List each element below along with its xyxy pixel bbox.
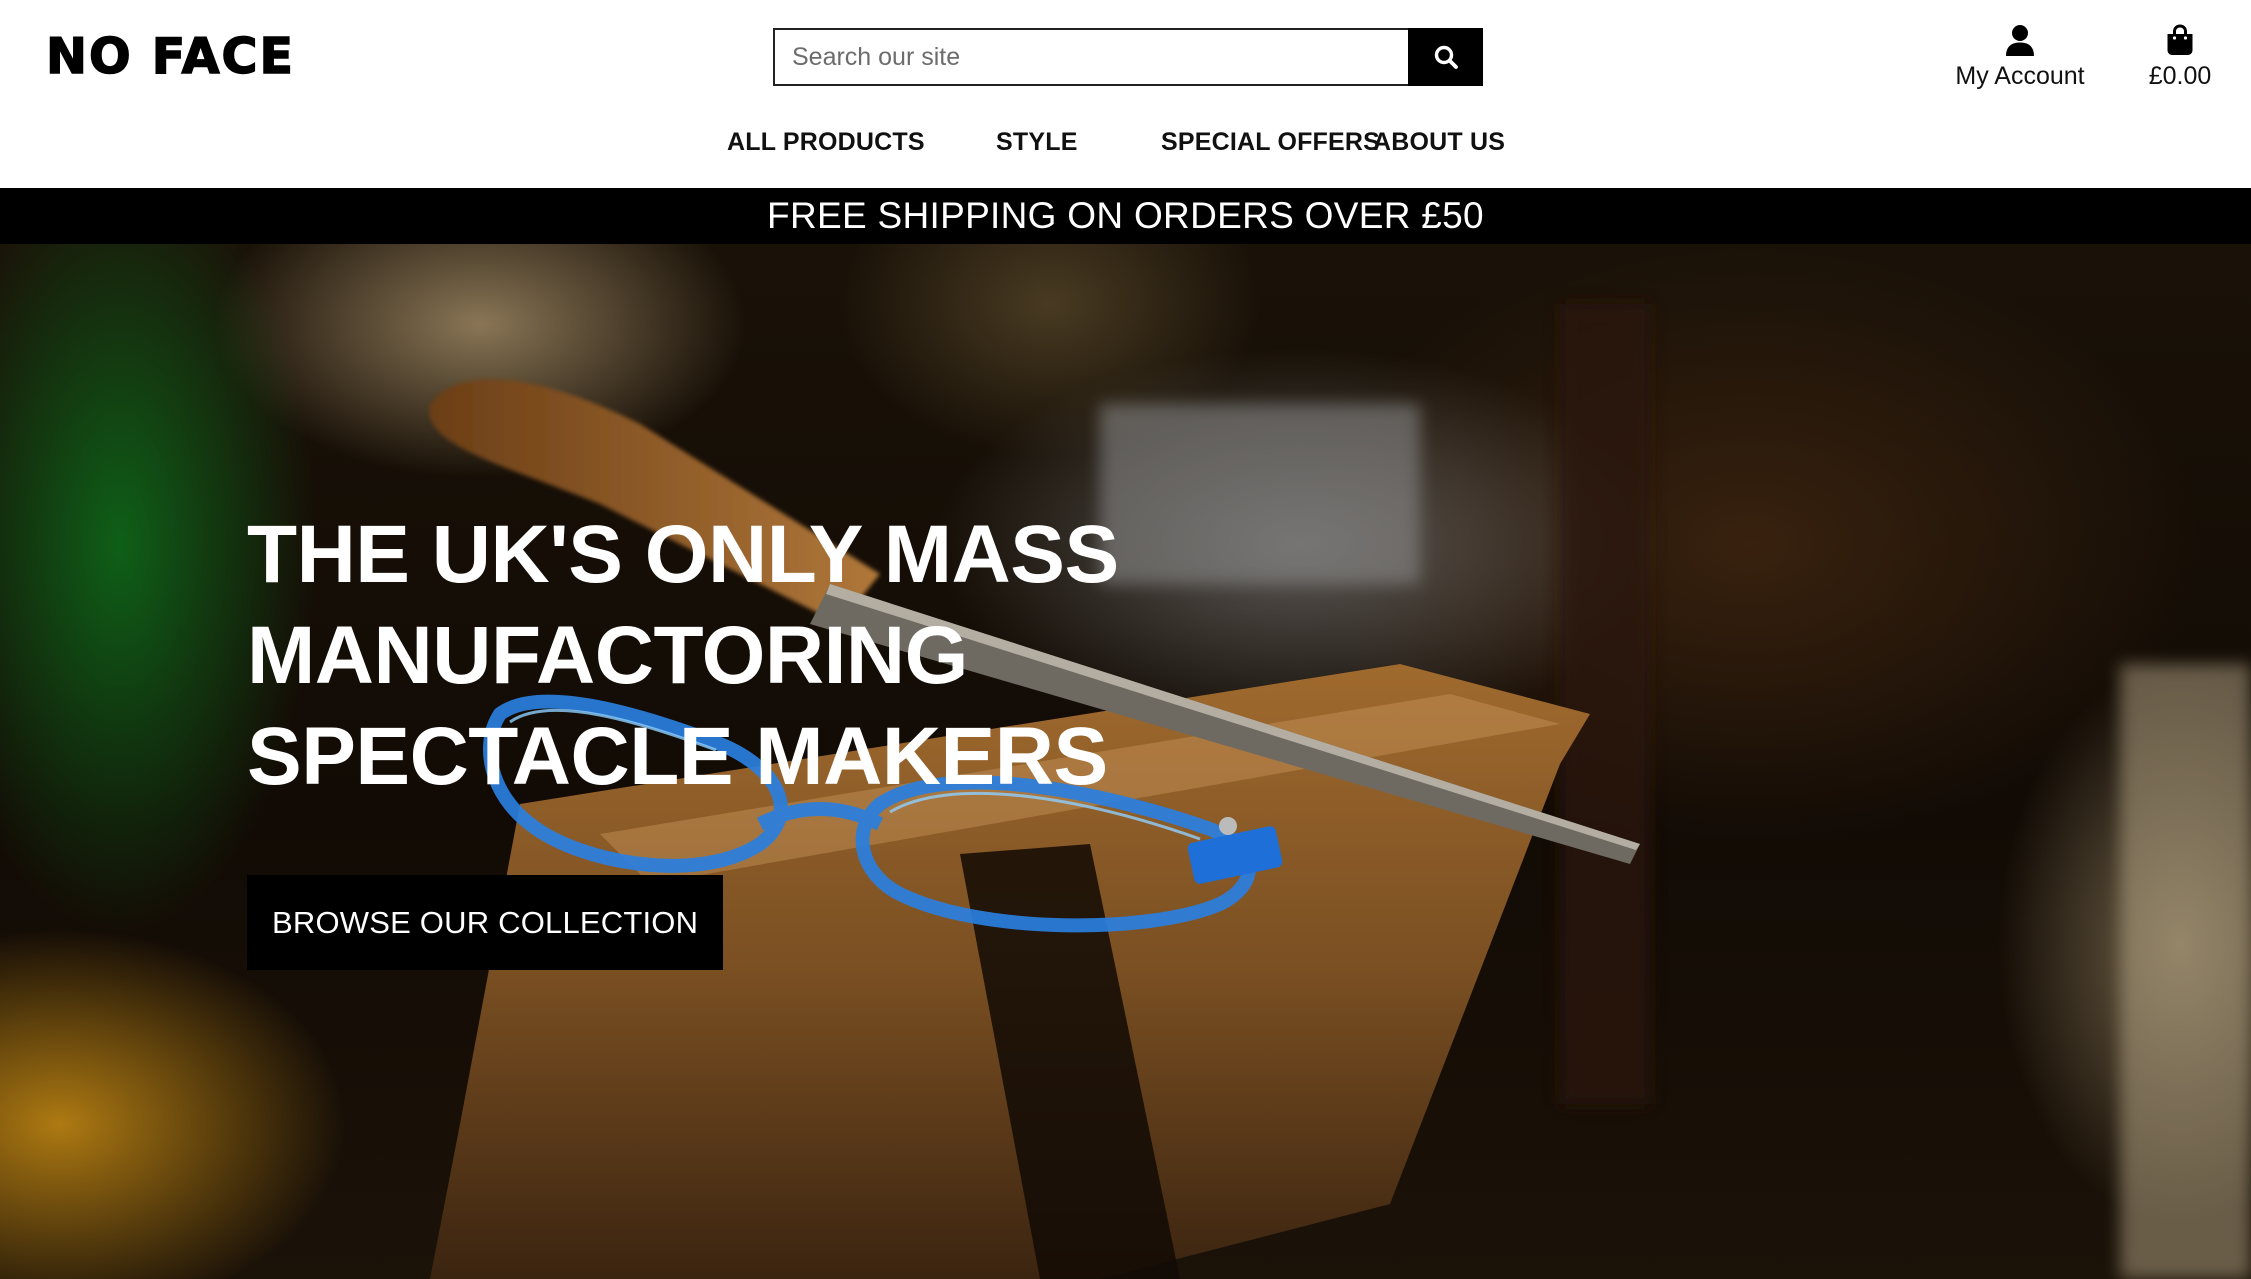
cart-link[interactable]: £0.00 <box>2130 20 2230 91</box>
search-icon <box>1433 44 1459 70</box>
main-navigation: ALL PRODUCTS STYLE SPECIAL OFFERS ABOUT … <box>0 128 2251 168</box>
cart-total: £0.00 <box>2148 62 2212 90</box>
hero-headline: THE UK'S ONLY MASS MANUFACTORING SPECTAC… <box>247 509 1119 802</box>
my-account-link[interactable]: My Account <box>1950 20 2090 91</box>
user-icon <box>2005 20 2035 56</box>
site-logo[interactable]: NO FACE <box>45 27 295 86</box>
shipping-banner-text: FREE SHIPPING ON ORDERS OVER £50 <box>767 195 1484 236</box>
hero-section: THE UK'S ONLY MASS MANUFACTORING SPECTAC… <box>0 244 2251 1279</box>
nav-item-special-offers[interactable]: SPECIAL OFFERS <box>1161 128 1380 157</box>
nav-item-all-products[interactable]: ALL PRODUCTS <box>727 128 925 157</box>
browse-collection-button[interactable]: BROWSE OUR COLLECTION <box>247 875 724 970</box>
search-input[interactable] <box>773 28 1408 86</box>
nav-item-about-us[interactable]: ABOUT US <box>1373 128 1505 157</box>
site-header: NO FACE My Account <box>0 0 2251 188</box>
shipping-banner: FREE SHIPPING ON ORDERS OVER £50 <box>0 188 2251 244</box>
search-form <box>773 28 1483 86</box>
nav-item-style[interactable]: STYLE <box>996 128 1078 157</box>
search-button[interactable] <box>1408 28 1483 86</box>
my-account-label: My Account <box>1955 62 2085 90</box>
shopping-bag-icon <box>2166 20 2194 56</box>
